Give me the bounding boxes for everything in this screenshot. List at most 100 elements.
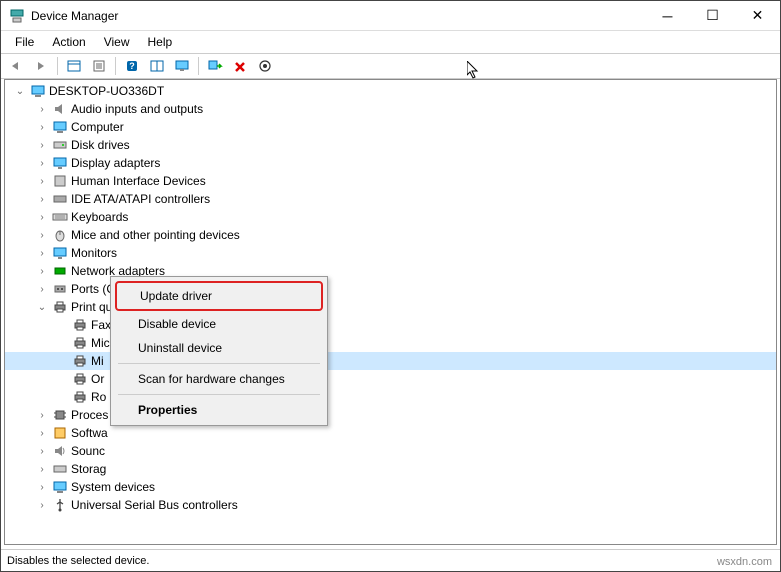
tree-node-label: IDE ATA/ATAPI controllers — [71, 192, 210, 206]
expand-spacer — [55, 354, 69, 368]
update-button[interactable] — [254, 55, 276, 77]
tree-node-label: Universal Serial Bus controllers — [71, 498, 238, 512]
back-button[interactable] — [5, 55, 27, 77]
chevron-right-icon[interactable]: › — [35, 228, 49, 242]
hid-icon — [52, 173, 68, 189]
tree-node[interactable]: ›Storag — [5, 460, 776, 478]
processor-icon — [52, 407, 68, 423]
tree-node[interactable]: › Sounc — [5, 442, 776, 460]
tree-node[interactable]: › Human Interface Devices — [5, 172, 776, 190]
tree-node-label: Mice and other pointing devices — [71, 228, 240, 242]
tree-node[interactable]: › Mice and other pointing devices — [5, 226, 776, 244]
chevron-right-icon[interactable]: › — [35, 192, 49, 206]
titlebar: Device Manager ─ ☐ ✕ — [1, 1, 780, 31]
tree-node[interactable]: ›System devices — [5, 478, 776, 496]
context-item[interactable]: Scan for hardware changes — [114, 367, 324, 391]
tree-node-label: Sounc — [71, 444, 105, 458]
context-item-label: Update driver — [118, 285, 320, 307]
tree-node[interactable]: › Keyboards — [5, 208, 776, 226]
chevron-right-icon[interactable]: › — [35, 462, 49, 476]
expand-spacer — [55, 372, 69, 386]
scan-button[interactable] — [204, 55, 226, 77]
printer-icon — [72, 335, 88, 351]
help-button[interactable]: ? — [121, 55, 143, 77]
tree-node[interactable]: › Display adapters — [5, 154, 776, 172]
display-button[interactable] — [171, 55, 193, 77]
computer-icon — [52, 119, 68, 135]
uninstall-button[interactable] — [229, 55, 251, 77]
chevron-right-icon[interactable]: › — [35, 138, 49, 152]
menu-file[interactable]: File — [7, 33, 42, 51]
chevron-right-icon[interactable]: › — [35, 102, 49, 116]
display-icon — [52, 155, 68, 171]
chevron-right-icon[interactable]: › — [35, 426, 49, 440]
tree-node[interactable]: ›Audio inputs and outputs — [5, 100, 776, 118]
tree-root[interactable]: ⌄ DESKTOP-UO336DT — [5, 82, 776, 100]
watermark: wsxdn.com — [717, 556, 772, 568]
chevron-right-icon[interactable]: › — [35, 246, 49, 260]
chevron-right-icon[interactable]: › — [35, 174, 49, 188]
expand-spacer — [55, 336, 69, 350]
context-item[interactable]: Properties — [114, 398, 324, 422]
software-icon — [52, 425, 68, 441]
tree-node-label: Proces — [71, 408, 108, 422]
chevron-right-icon[interactable]: › — [35, 210, 49, 224]
printer-icon — [72, 389, 88, 405]
chevron-right-icon[interactable]: › — [35, 498, 49, 512]
tree-root-label: DESKTOP-UO336DT — [49, 84, 164, 98]
context-item[interactable]: Disable device — [114, 312, 324, 336]
tree-node-label: Or — [91, 372, 104, 386]
tree-node-label: Display adapters — [71, 156, 160, 170]
tree-node-label: Computer — [71, 120, 124, 134]
forward-button[interactable] — [30, 55, 52, 77]
chevron-right-icon[interactable]: › — [35, 156, 49, 170]
chevron-down-icon[interactable]: ⌄ — [13, 84, 27, 98]
tree-node[interactable]: › IDE ATA/ATAPI controllers — [5, 190, 776, 208]
tree-node[interactable]: › Monitors — [5, 244, 776, 262]
printer-icon — [52, 299, 68, 315]
port-icon — [52, 281, 68, 297]
sound-icon — [52, 443, 68, 459]
context-item[interactable]: Update driver — [114, 281, 324, 311]
tree-node[interactable]: › Softwa — [5, 424, 776, 442]
tree-node-label: Softwa — [71, 426, 108, 440]
tree-node-label: Mi — [91, 354, 104, 368]
context-menu: Update driver Disable deviceUninstall dev… — [110, 276, 328, 426]
show-hidden-button[interactable] — [63, 55, 85, 77]
monitor-icon — [52, 245, 68, 261]
tree-node[interactable]: › Computer — [5, 118, 776, 136]
minimize-button[interactable]: ─ — [645, 1, 690, 31]
menu-help[interactable]: Help — [140, 33, 181, 51]
properties-button[interactable] — [88, 55, 110, 77]
chevron-right-icon[interactable]: › — [35, 264, 49, 278]
menu-action[interactable]: Action — [44, 33, 93, 51]
printer-icon — [72, 353, 88, 369]
status-bar: Disables the selected device. — [1, 549, 780, 571]
maximize-button[interactable]: ☐ — [690, 1, 735, 31]
chevron-right-icon[interactable]: › — [35, 444, 49, 458]
expand-spacer — [55, 390, 69, 404]
svg-text:?: ? — [129, 61, 135, 71]
context-item[interactable]: Uninstall device — [114, 336, 324, 360]
toolbar: ? — [1, 53, 780, 79]
audio-icon — [52, 101, 68, 117]
chevron-down-icon[interactable]: ⌄ — [35, 300, 49, 314]
tree-node-label: Monitors — [71, 246, 117, 260]
highlight-box: Update driver — [115, 281, 323, 311]
window-title: Device Manager — [31, 9, 645, 23]
tree-node-label: Disk drives — [71, 138, 130, 152]
tree-node[interactable]: › Disk drives — [5, 136, 776, 154]
chevron-right-icon[interactable]: › — [35, 282, 49, 296]
chevron-right-icon[interactable]: › — [35, 408, 49, 422]
tree-node-label: Keyboards — [71, 210, 128, 224]
close-button[interactable]: ✕ — [735, 1, 780, 31]
tree-node-label: Human Interface Devices — [71, 174, 206, 188]
menu-view[interactable]: View — [96, 33, 138, 51]
chevron-right-icon[interactable]: › — [35, 120, 49, 134]
chevron-right-icon[interactable]: › — [35, 480, 49, 494]
status-text: Disables the selected device. — [7, 555, 149, 567]
view-button[interactable] — [146, 55, 168, 77]
app-icon — [9, 8, 25, 24]
tree-node[interactable]: › Universal Serial Bus controllers — [5, 496, 776, 514]
menubar: File Action View Help — [1, 31, 780, 53]
